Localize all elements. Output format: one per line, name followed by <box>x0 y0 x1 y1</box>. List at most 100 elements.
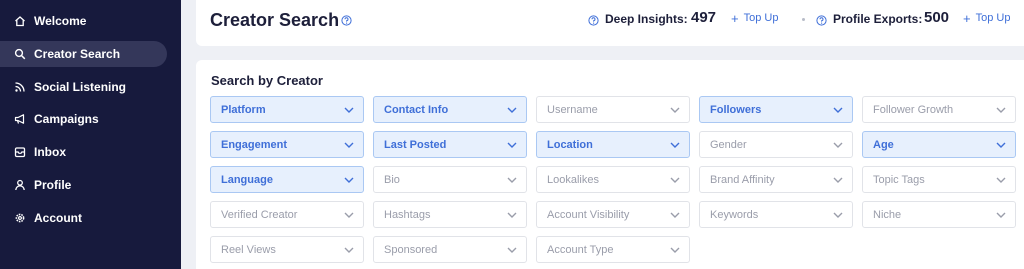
sidebar-item-label: Account <box>34 211 82 225</box>
filter-location[interactable]: Location <box>536 131 690 158</box>
sidebar-item-account[interactable]: Account <box>0 205 167 231</box>
filter-label: Sponsored <box>384 243 438 256</box>
filter-lookalikes[interactable]: Lookalikes <box>536 166 690 193</box>
profile-exports-help-icon[interactable] <box>816 13 827 26</box>
chevron-down-icon <box>344 246 354 254</box>
sidebar-item-social-listening[interactable]: Social Listening <box>0 74 167 100</box>
home-icon <box>14 15 26 27</box>
filter-brand-affinity[interactable]: Brand Affinity <box>699 166 853 193</box>
help-icon[interactable] <box>341 13 352 26</box>
sidebar-item-label: Creator Search <box>34 47 121 61</box>
filter-account-visibility[interactable]: Account Visibility <box>536 201 690 228</box>
sidebar-item-welcome[interactable]: Welcome <box>0 8 167 34</box>
filter-label: Follower Growth <box>873 103 954 116</box>
filter-username[interactable]: Username <box>536 96 690 123</box>
filter-sponsored[interactable]: Sponsored <box>373 236 527 263</box>
page-header: Creator Search Deep Insights: 497 + Top U… <box>196 0 1024 46</box>
filter-account-type[interactable]: Account Type <box>536 236 690 263</box>
filter-label: Last Posted <box>384 138 447 151</box>
filter-label: Location <box>547 138 593 151</box>
profile-exports-topup-link[interactable]: + Top Up <box>963 10 1011 26</box>
chevron-down-icon <box>670 106 680 114</box>
filter-label: Account Type <box>547 243 614 256</box>
chevron-down-icon <box>507 211 517 219</box>
filter-label: Age <box>873 138 894 151</box>
sidebar-item-inbox[interactable]: Inbox <box>0 139 167 165</box>
chevron-down-icon <box>507 246 517 254</box>
page-title: Creator Search <box>210 10 340 30</box>
sidebar-item-creator-search[interactable]: Creator Search <box>0 41 167 67</box>
filter-platform[interactable]: Platform <box>210 96 364 123</box>
chevron-down-icon <box>833 176 843 184</box>
deep-insights-label: Deep Insights: <box>605 12 688 26</box>
sidebar-item-label: Profile <box>34 178 72 192</box>
filter-label: Topic Tags <box>873 173 925 186</box>
filter-last-posted[interactable]: Last Posted <box>373 131 527 158</box>
chevron-down-icon <box>996 176 1006 184</box>
plus-icon: + <box>963 10 971 26</box>
plus-icon: + <box>731 10 739 26</box>
chevron-down-icon <box>507 141 517 149</box>
filter-label: Lookalikes <box>547 173 599 186</box>
filter-age[interactable]: Age <box>862 131 1016 158</box>
filter-label: Engagement <box>221 138 288 151</box>
sidebar-item-label: Social Listening <box>34 80 127 94</box>
rss-icon <box>14 81 26 93</box>
filter-label: Reel Views <box>221 243 276 256</box>
search-icon <box>14 48 26 60</box>
filter-label: Platform <box>221 103 266 116</box>
search-by-creator-panel: Search by Creator Platform Contact Info Us… <box>196 60 1024 269</box>
filter-followers[interactable]: Followers <box>699 96 853 123</box>
sidebar-item-label: Inbox <box>34 145 66 159</box>
chevron-down-icon <box>344 141 354 149</box>
filter-label: Followers <box>710 103 762 116</box>
divider-dot <box>802 18 805 21</box>
filter-label: Bio <box>384 173 400 186</box>
filter-label: Keywords <box>710 208 759 221</box>
filter-keywords[interactable]: Keywords <box>699 201 853 228</box>
deep-insights-value: 497 <box>691 9 717 26</box>
filter-verified-creator[interactable]: Verified Creator <box>210 201 364 228</box>
topup-label: Top Up <box>743 12 779 24</box>
filter-label: Contact Info <box>384 103 449 116</box>
filter-label: Hashtags <box>384 208 431 221</box>
filter-bio[interactable]: Bio <box>373 166 527 193</box>
sidebar: Welcome Creator Search Social Listening … <box>0 0 181 269</box>
megaphone-icon <box>14 113 26 125</box>
sidebar-item-campaigns[interactable]: Campaigns <box>0 106 167 132</box>
filter-follower-growth[interactable]: Follower Growth <box>862 96 1016 123</box>
chevron-down-icon <box>670 176 680 184</box>
chevron-down-icon <box>833 106 843 114</box>
chevron-down-icon <box>344 211 354 219</box>
chevron-down-icon <box>344 106 354 114</box>
chevron-down-icon <box>507 176 517 184</box>
filter-contact-info[interactable]: Contact Info <box>373 96 527 123</box>
filter-label: Username <box>547 103 598 116</box>
chevron-down-icon <box>996 211 1006 219</box>
chevron-down-icon <box>670 246 680 254</box>
filter-hashtags[interactable]: Hashtags <box>373 201 527 228</box>
chevron-down-icon <box>996 141 1006 149</box>
filter-label: Brand Affinity <box>710 173 775 186</box>
inbox-icon <box>14 146 26 158</box>
filter-engagement[interactable]: Engagement <box>210 131 364 158</box>
user-icon <box>14 179 26 191</box>
filter-gender[interactable]: Gender <box>699 131 853 158</box>
filter-label: Gender <box>710 138 747 151</box>
filter-language[interactable]: Language <box>210 166 364 193</box>
filter-topic-tags[interactable]: Topic Tags <box>862 166 1016 193</box>
sidebar-item-label: Welcome <box>34 14 87 28</box>
chevron-down-icon <box>344 176 354 184</box>
topup-label: Top Up <box>975 12 1011 24</box>
deep-insights-topup-link[interactable]: + Top Up <box>731 10 779 26</box>
chevron-down-icon <box>670 211 680 219</box>
filter-label: Verified Creator <box>221 208 298 221</box>
filter-reel-views[interactable]: Reel Views <box>210 236 364 263</box>
profile-exports-value: 500 <box>924 9 950 26</box>
filter-niche[interactable]: Niche <box>862 201 1016 228</box>
deep-insights-help-icon[interactable] <box>588 13 599 26</box>
chevron-down-icon <box>670 141 680 149</box>
sidebar-item-profile[interactable]: Profile <box>0 172 167 198</box>
filter-label: Account Visibility <box>547 208 630 221</box>
profile-exports-label: Profile Exports: <box>833 12 923 26</box>
